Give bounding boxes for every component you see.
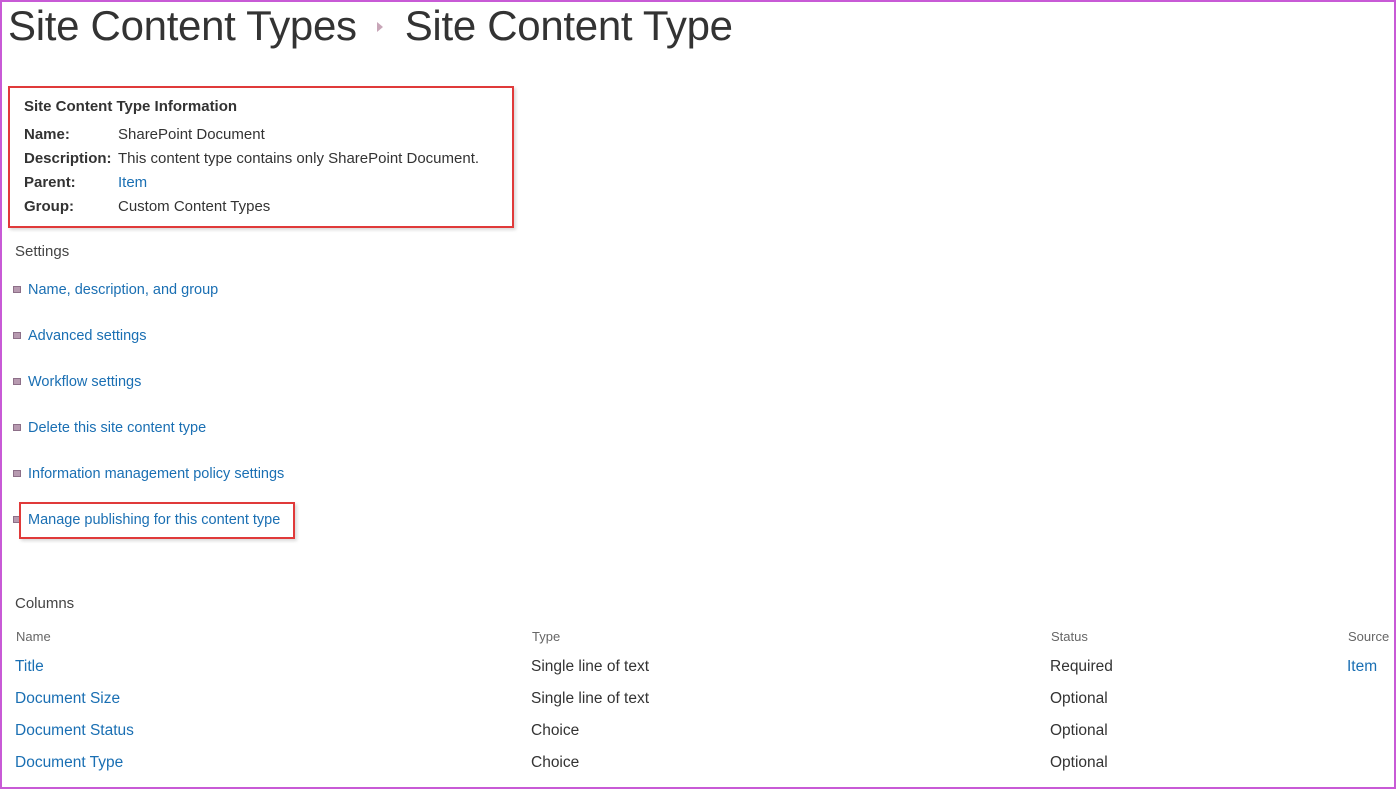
column-status: Optional: [1050, 754, 1108, 771]
column-name-link[interactable]: Document Status: [15, 722, 134, 740]
column-status: Optional: [1050, 722, 1108, 739]
breadcrumb: Site Content Types Site Content Type: [8, 2, 733, 50]
column-name-link[interactable]: Document Type: [15, 754, 123, 772]
page-title: Site Content Type: [404, 2, 733, 49]
column-name-link[interactable]: Title: [15, 658, 44, 676]
info-key: Description:: [24, 150, 112, 167]
info-value: This content type contains only SharePoi…: [118, 150, 480, 167]
bullet-icon: [13, 423, 21, 431]
info-title: Site Content Type Information: [24, 98, 238, 115]
settings-link-label[interactable]: Workflow settings: [28, 374, 141, 390]
column-status: Optional: [1050, 690, 1108, 707]
breadcrumb-separator-icon: [376, 21, 383, 32]
info-key: Parent:: [24, 174, 76, 191]
highlight-annotation: [19, 502, 295, 539]
settings-link-label[interactable]: Advanced settings: [28, 328, 147, 344]
info-row-parent: Parent: Item: [24, 174, 147, 191]
info-row-group: Group: Custom Content Types: [24, 198, 270, 215]
info-key: Name:: [24, 126, 70, 143]
bullet-icon: [13, 331, 21, 339]
info-row-description: Description: This content type contains o…: [24, 150, 479, 167]
settings-link-label[interactable]: Delete this site content type: [28, 420, 206, 436]
columns-heading: Columns: [15, 595, 75, 612]
settings-link-workflow[interactable]: Workflow settings: [13, 374, 141, 390]
column-type: Single line of text: [531, 658, 650, 675]
info-key: Group:: [24, 198, 74, 215]
column-type: Choice: [531, 754, 580, 771]
settings-link-delete[interactable]: Delete this site content type: [13, 420, 206, 436]
column-header-type: Type: [532, 629, 561, 644]
bullet-icon: [13, 469, 21, 477]
info-value: Custom Content Types: [118, 198, 271, 215]
info-value: SharePoint Document: [118, 126, 265, 143]
bullet-icon: [13, 377, 21, 385]
bullet-icon: [13, 285, 21, 293]
settings-link-info-management-policy[interactable]: Information management policy settings: [13, 466, 284, 482]
breadcrumb-parent[interactable]: Site Content Types: [8, 2, 357, 49]
settings-link-advanced[interactable]: Advanced settings: [13, 328, 147, 344]
column-status: Required: [1050, 658, 1113, 675]
column-source-link[interactable]: Item: [1347, 658, 1377, 676]
parent-link[interactable]: Item: [118, 174, 147, 191]
column-type: Single line of text: [531, 690, 650, 707]
settings-link-name-description-group[interactable]: Name, description, and group: [13, 282, 218, 298]
column-type: Choice: [531, 722, 580, 739]
settings-link-label[interactable]: Name, description, and group: [28, 282, 218, 298]
settings-link-label[interactable]: Information management policy settings: [28, 466, 284, 482]
column-name-link[interactable]: Document Size: [15, 690, 120, 708]
column-header-status: Status: [1051, 629, 1088, 644]
settings-heading: Settings: [15, 243, 70, 260]
column-header-source: Source: [1348, 629, 1390, 644]
content-type-info-panel: Site Content Type Information Name: Share…: [8, 86, 514, 228]
info-row-name: Name: SharePoint Document: [24, 126, 265, 143]
column-header-name: Name: [16, 629, 51, 644]
